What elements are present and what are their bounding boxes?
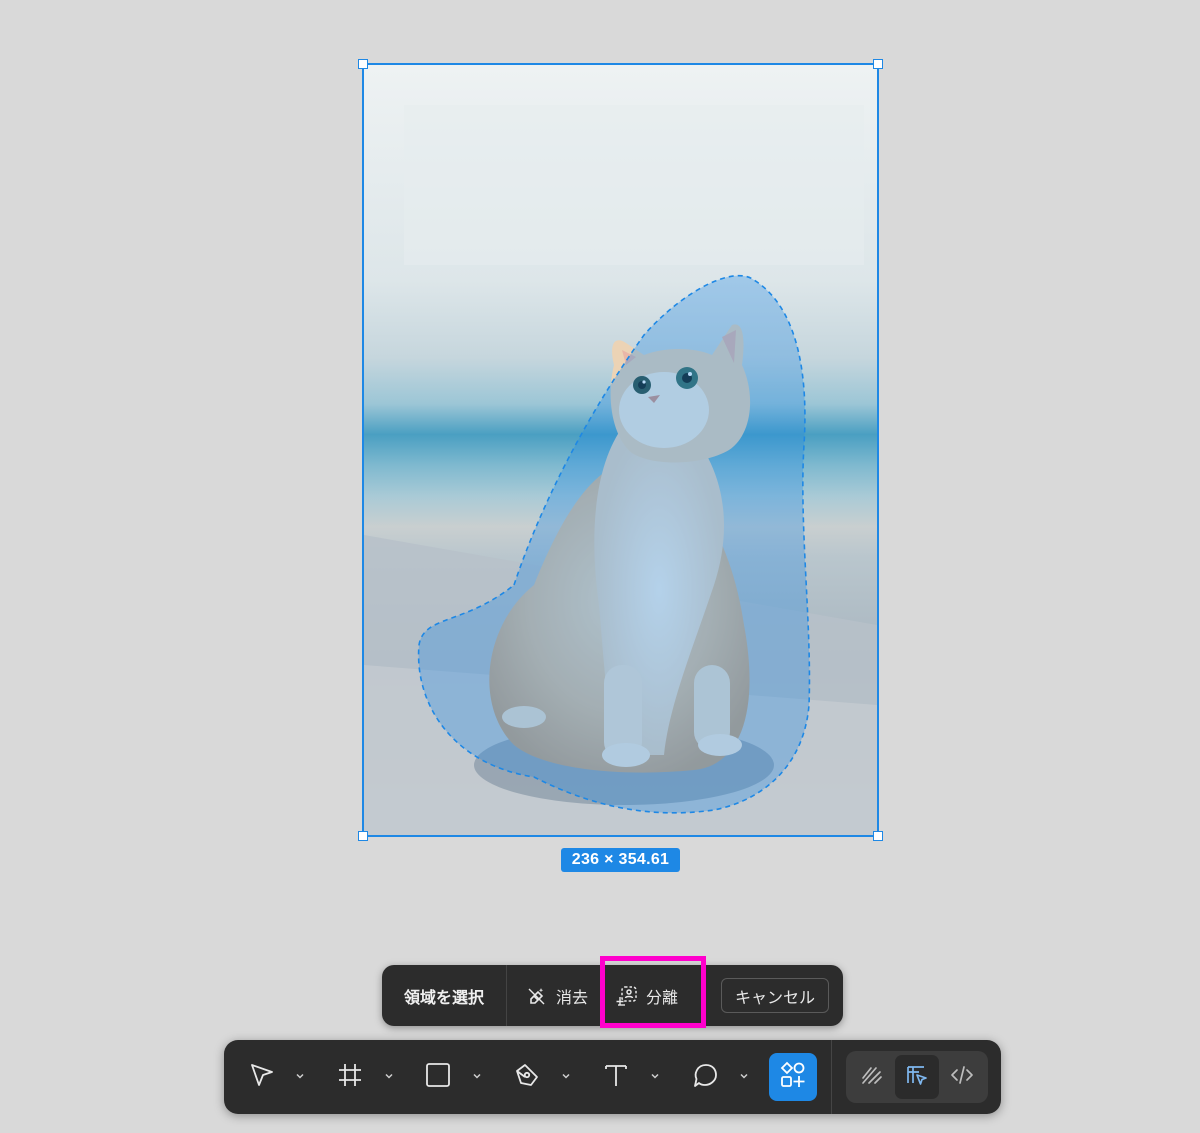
draw-mode[interactable] — [850, 1055, 894, 1099]
resize-handle-top-right[interactable] — [873, 59, 883, 69]
actions-tool[interactable] — [769, 1053, 817, 1101]
pen-tool-chevron-down-icon[interactable] — [560, 1070, 572, 1082]
cursor-arrow-icon — [248, 1061, 276, 1093]
scribble-icon — [860, 1063, 884, 1091]
resize-handle-bottom-right[interactable] — [873, 831, 883, 841]
frame-hash-icon — [336, 1061, 364, 1093]
toolbar-divider — [831, 1040, 832, 1114]
text-tool-chevron-down-icon[interactable] — [649, 1070, 661, 1082]
resize-handle-bottom-left[interactable] — [358, 831, 368, 841]
divider — [506, 965, 507, 1026]
code-brackets-icon — [950, 1063, 974, 1091]
move-tool-chevron-down-icon[interactable] — [294, 1070, 306, 1082]
isolate-subject-icon — [616, 985, 638, 1007]
shape-tool[interactable] — [414, 1053, 462, 1101]
text-tool[interactable] — [592, 1053, 640, 1101]
eraser-icon — [526, 985, 548, 1007]
dimension-badge: 236 × 354.61 — [561, 848, 680, 872]
comment-tool[interactable] — [681, 1053, 729, 1101]
dev-mode[interactable] — [940, 1055, 984, 1099]
cat-photo — [364, 65, 877, 835]
selected-image[interactable] — [358, 59, 883, 841]
frame-tool[interactable] — [326, 1053, 374, 1101]
design-mode[interactable] — [895, 1055, 939, 1099]
select-area-title: 領域を選択 — [403, 987, 484, 1007]
main-toolbar — [224, 1040, 1001, 1114]
pen-nib-icon — [513, 1061, 541, 1093]
cancel-button[interactable]: キャンセル — [721, 978, 829, 1013]
resize-handle-top-left[interactable] — [358, 59, 368, 69]
rectangle-icon — [424, 1061, 452, 1093]
isolate-label: 分離 — [646, 987, 679, 1007]
erase-button[interactable]: 消去 — [526, 965, 588, 1026]
move-tool[interactable] — [238, 1053, 286, 1101]
text-t-icon — [602, 1061, 630, 1093]
comment-tool-chevron-down-icon[interactable] — [738, 1070, 750, 1082]
mode-switcher — [846, 1051, 988, 1103]
design-cursor-icon — [905, 1063, 929, 1091]
select-area-bar: 領域を選択 消去 分離 キャンセル — [382, 965, 843, 1026]
shape-tool-chevron-down-icon[interactable] — [471, 1070, 483, 1082]
erase-label: 消去 — [556, 987, 589, 1007]
components-plus-icon — [779, 1061, 807, 1093]
speech-bubble-icon — [691, 1061, 719, 1093]
frame-tool-chevron-down-icon[interactable] — [383, 1070, 395, 1082]
isolate-button[interactable]: 分離 — [616, 965, 678, 1026]
pen-tool[interactable] — [503, 1053, 551, 1101]
design-canvas[interactable]: 236 × 354.61 領域を選択 消去 分離 キャンセル — [0, 0, 1200, 1133]
